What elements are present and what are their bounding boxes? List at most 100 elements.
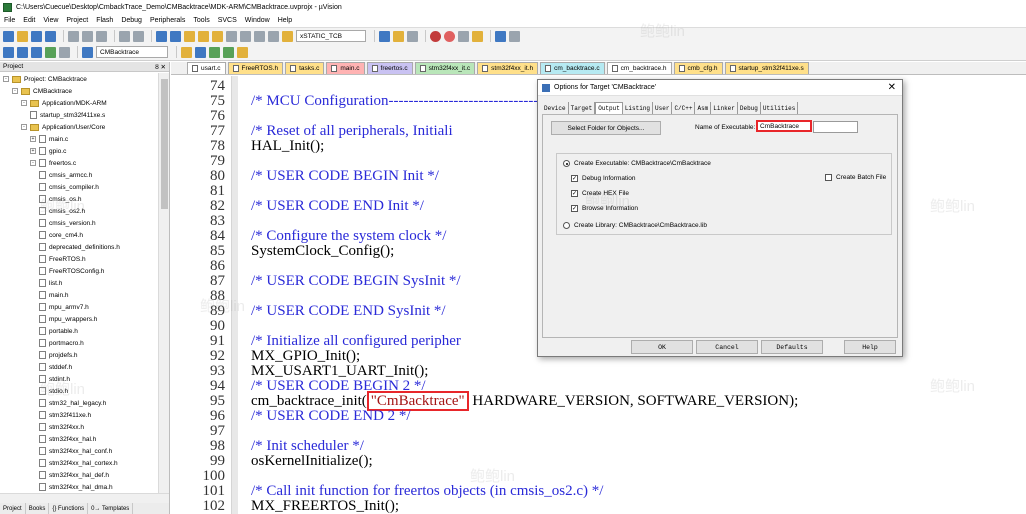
expand-icon[interactable]: + bbox=[30, 136, 36, 142]
dialog-tab-target[interactable]: Target bbox=[569, 102, 596, 114]
indent-icon[interactable] bbox=[226, 30, 237, 42]
menu-item-window[interactable]: Window bbox=[245, 17, 270, 24]
file-tab[interactable]: startup_stm32f411xe.s bbox=[724, 62, 809, 74]
tree-folder-item[interactable]: - CMBacktrace bbox=[12, 85, 72, 97]
tree-file-item[interactable]: FreeRTOS.h bbox=[39, 253, 86, 265]
find-in-files-icon[interactable] bbox=[282, 30, 293, 42]
save-all-icon[interactable] bbox=[45, 30, 56, 42]
tree-file-item[interactable]: + main.c bbox=[30, 133, 68, 145]
menu-item-peripherals[interactable]: Peripherals bbox=[150, 17, 185, 24]
undo-icon[interactable] bbox=[119, 30, 130, 42]
pane-tab[interactable]: Project bbox=[0, 503, 26, 514]
tree-file-item[interactable]: cmsis_os.h bbox=[39, 193, 82, 205]
menu-item-svcs[interactable]: SVCS bbox=[218, 17, 237, 24]
tree-folder-item[interactable]: - Application/MDK-ARM bbox=[21, 97, 107, 109]
tree-file-item[interactable]: portmacro.h bbox=[39, 337, 84, 349]
navigate-forward-icon[interactable] bbox=[170, 30, 181, 42]
file-tab[interactable]: cm_backtrace.h bbox=[606, 62, 672, 74]
pane-tab[interactable]: Books bbox=[26, 503, 50, 514]
tree-file-item[interactable]: cmsis_armcc.h bbox=[39, 169, 92, 181]
file-tab[interactable]: usart.c bbox=[187, 62, 226, 74]
tree-file-item[interactable]: projdefs.h bbox=[39, 349, 78, 361]
cut-icon[interactable] bbox=[68, 30, 79, 42]
cancel-button[interactable]: Cancel bbox=[696, 340, 758, 354]
ok-button[interactable]: OK bbox=[631, 340, 693, 354]
tree-file-item[interactable]: stm32f4xx_hal_conf.h bbox=[39, 445, 112, 457]
create-library-option[interactable]: Create Library: CMBacktrace\CmBacktrace.… bbox=[563, 222, 707, 229]
open-folder-icon[interactable] bbox=[17, 30, 28, 42]
pane-tab[interactable]: {} Functions bbox=[49, 503, 89, 514]
incremental-find-icon[interactable] bbox=[393, 30, 404, 42]
file-tab[interactable]: FreeRTOS.h bbox=[227, 62, 284, 74]
tree-file-item[interactable]: mpu_armv7.h bbox=[39, 301, 89, 313]
file-tab[interactable]: cmb_cfg.h bbox=[673, 62, 723, 74]
tree-file-item[interactable]: stm32f4xx_hal_def.h bbox=[39, 469, 109, 481]
tree-file-item[interactable]: mpu_wrappers.h bbox=[39, 313, 97, 325]
radio-selected-icon[interactable] bbox=[563, 160, 570, 167]
project-tree-hscrollbar[interactable] bbox=[0, 493, 169, 503]
new-file-icon[interactable] bbox=[3, 30, 14, 42]
save-icon[interactable] bbox=[31, 30, 42, 42]
tree-file-item[interactable]: cmsis_os2.h bbox=[39, 205, 85, 217]
tree-file-item[interactable]: stm32f4xx_hal.h bbox=[39, 433, 96, 445]
menu-item-flash[interactable]: Flash bbox=[96, 17, 113, 24]
window-layout-icon[interactable] bbox=[495, 30, 506, 42]
navigate-back-icon[interactable] bbox=[156, 30, 167, 42]
kill-breakpoints-icon[interactable] bbox=[472, 30, 483, 42]
select-pack-icon[interactable] bbox=[223, 46, 234, 58]
collapse-icon[interactable]: - bbox=[3, 76, 9, 82]
find-icon[interactable] bbox=[379, 30, 390, 42]
collapse-icon[interactable]: - bbox=[21, 124, 27, 130]
menu-item-view[interactable]: View bbox=[43, 17, 58, 24]
bookmark-next-icon[interactable] bbox=[212, 30, 223, 42]
dialog-tab-linker[interactable]: Linker bbox=[711, 102, 738, 114]
dialog-tab-output[interactable]: Output bbox=[595, 102, 623, 114]
bookmark-icon[interactable] bbox=[184, 30, 195, 42]
expand-icon[interactable]: + bbox=[30, 148, 36, 154]
file-tab[interactable]: freertos.c bbox=[366, 62, 413, 74]
close-icon[interactable]: ✕ bbox=[888, 82, 896, 93]
tree-file-item[interactable]: list.h bbox=[39, 277, 62, 289]
create-hex-option[interactable]: ✓ Create HEX File bbox=[571, 190, 629, 197]
options-for-target-icon[interactable] bbox=[181, 46, 192, 58]
debug-start-icon[interactable] bbox=[430, 30, 441, 42]
collapse-icon[interactable]: - bbox=[12, 88, 18, 94]
tree-file-item[interactable]: cmsis_version.h bbox=[39, 217, 96, 229]
file-tab[interactable]: main.c bbox=[326, 62, 365, 74]
comment-icon[interactable] bbox=[254, 30, 265, 42]
menu-item-tools[interactable]: Tools bbox=[193, 17, 209, 24]
unindent-icon[interactable] bbox=[240, 30, 251, 42]
dialog-tab-debug[interactable]: Debug bbox=[738, 102, 761, 114]
download-icon[interactable] bbox=[82, 46, 93, 58]
dialog-tab-listing[interactable]: Listing bbox=[623, 102, 654, 114]
copy-icon[interactable] bbox=[82, 30, 93, 42]
checkbox-unchecked-icon[interactable] bbox=[825, 174, 832, 181]
file-tab[interactable]: tasks.c bbox=[285, 62, 325, 74]
browse-information-option[interactable]: ✓ Browse Information bbox=[571, 205, 638, 212]
rebuild-icon[interactable] bbox=[31, 46, 42, 58]
checkbox-checked-icon[interactable]: ✓ bbox=[571, 175, 578, 182]
collapse-icon[interactable]: - bbox=[30, 160, 36, 166]
menu-item-help[interactable]: Help bbox=[278, 17, 292, 24]
create-batch-option[interactable]: Create Batch File bbox=[825, 174, 886, 181]
select-folder-button[interactable]: Select Folder for Objects... bbox=[551, 121, 661, 135]
create-executable-option[interactable]: Create Executable: CMBacktrace\CmBacktra… bbox=[563, 160, 711, 167]
tree-file-item[interactable]: stm32f4xx_hal_cortex.h bbox=[39, 457, 118, 469]
checkbox-checked-icon[interactable]: ✓ bbox=[571, 190, 578, 197]
menu-item-debug[interactable]: Debug bbox=[121, 17, 142, 24]
tree-file-item[interactable]: FreeRTOSConfig.h bbox=[39, 265, 104, 277]
file-tab[interactable]: cm_backtrace.c bbox=[540, 62, 605, 74]
stop-build-icon[interactable] bbox=[59, 46, 70, 58]
tree-file-item[interactable]: stm32f4xx_hal_dma.h bbox=[39, 481, 113, 493]
tree-file-item[interactable]: stdint.h bbox=[39, 373, 70, 385]
uncomment-icon[interactable] bbox=[268, 30, 279, 42]
file-tab[interactable]: stm32f4xx_it.c bbox=[414, 62, 476, 74]
configure-icon[interactable] bbox=[509, 30, 520, 42]
menu-item-file[interactable]: File bbox=[4, 17, 15, 24]
pane-tab[interactable]: 0→ Templates bbox=[88, 503, 134, 514]
tree-file-item[interactable]: portable.h bbox=[39, 325, 78, 337]
dialog-tab-device[interactable]: Device bbox=[542, 102, 569, 114]
manage-rte-icon[interactable] bbox=[209, 46, 220, 58]
tree-file-item[interactable]: + gpio.c bbox=[30, 145, 66, 157]
build-icon[interactable] bbox=[17, 46, 28, 58]
